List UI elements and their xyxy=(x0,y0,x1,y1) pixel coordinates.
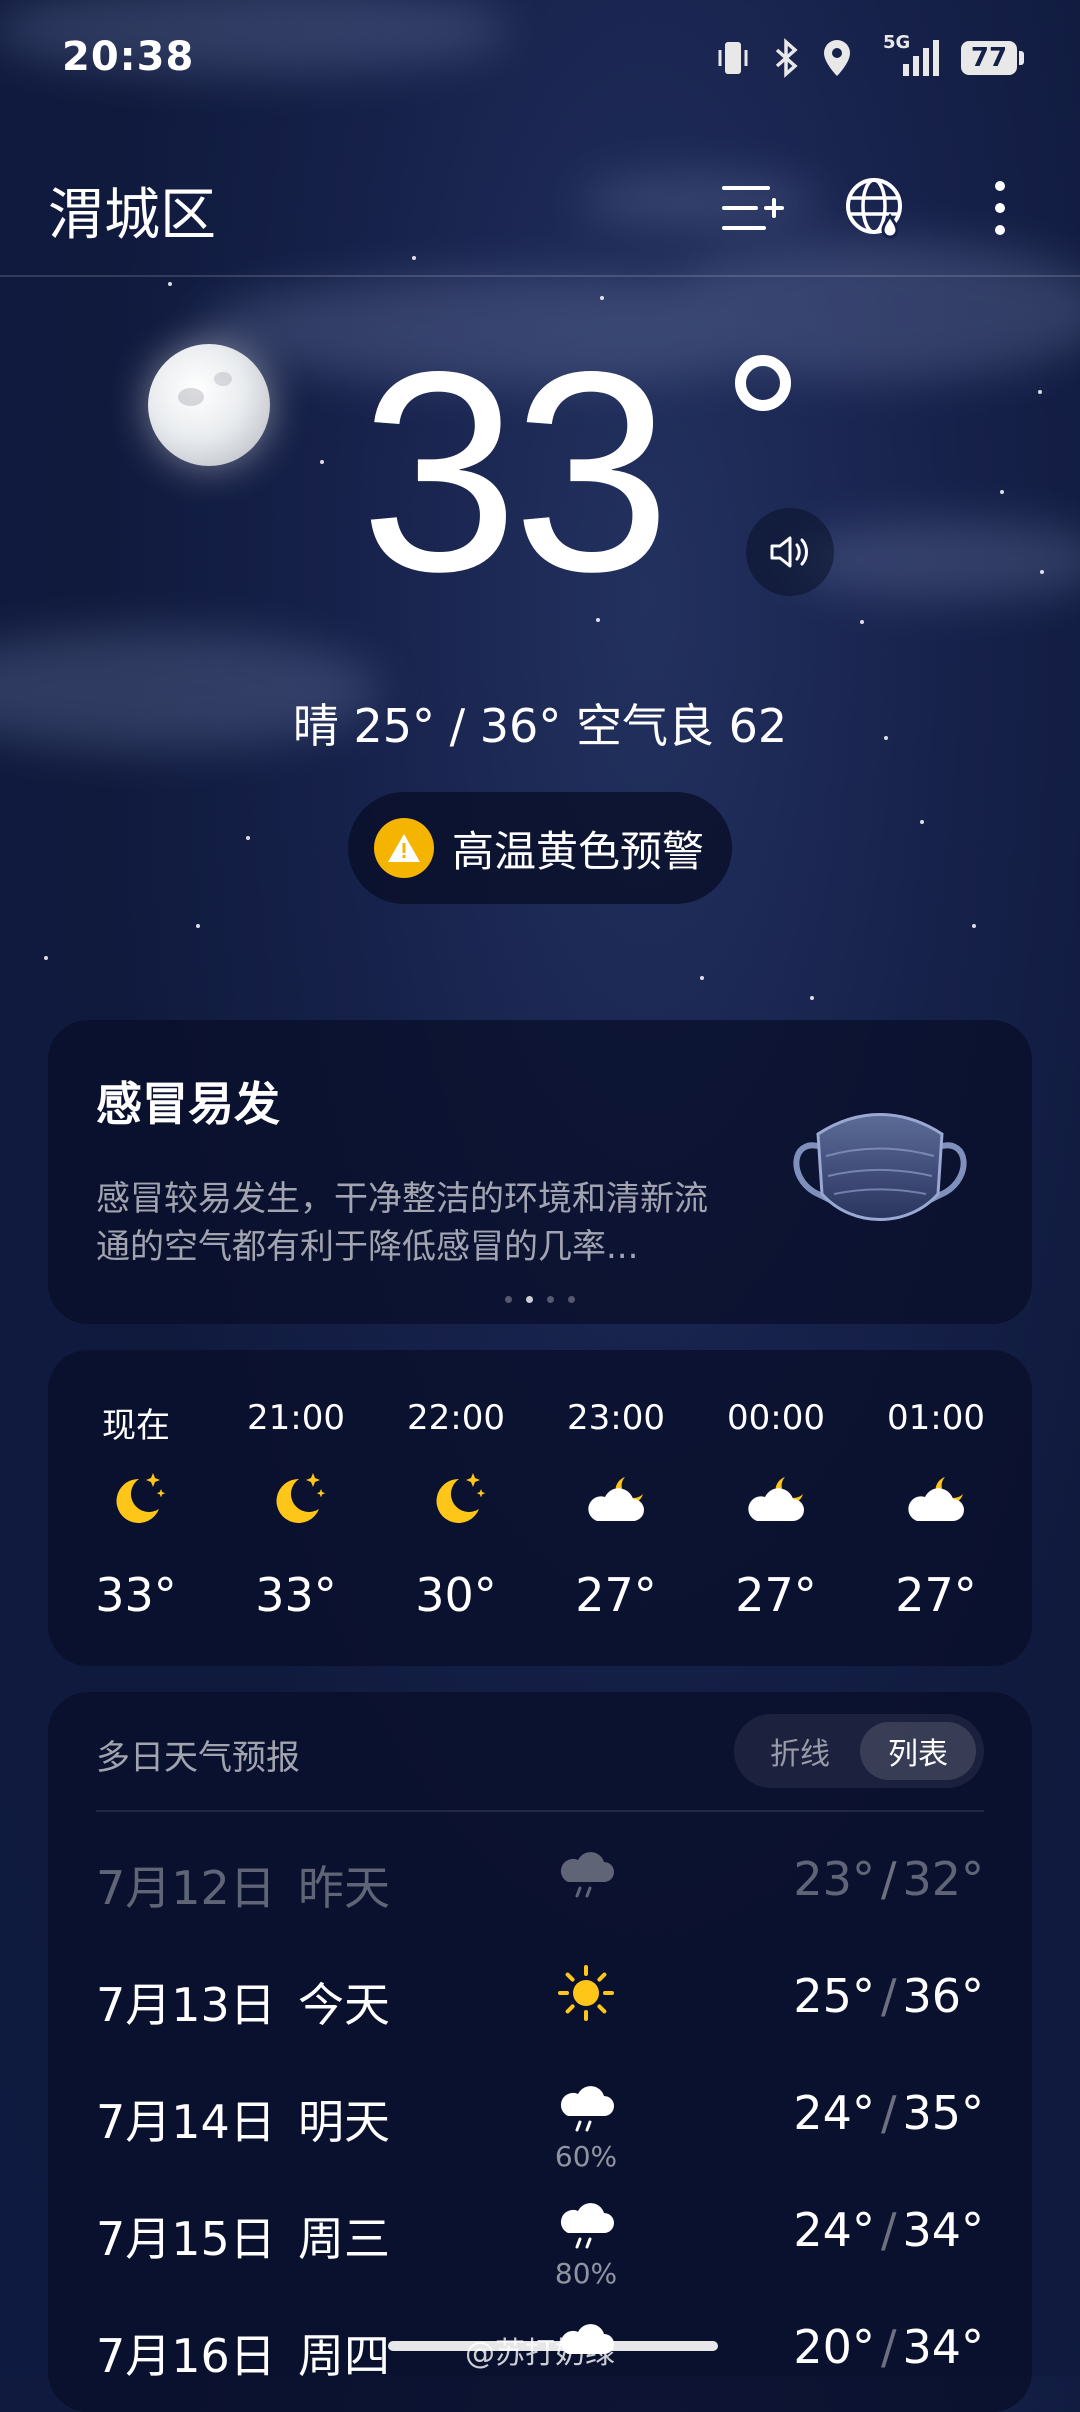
weather-summary[interactable]: 晴 25° / 36° 空气良 62 xyxy=(0,690,1080,756)
life-tip-card[interactable]: 感冒易发 感冒较易发生，干净整洁的环境和清新流通的空气都有利于降低感冒的几率..… xyxy=(48,1020,1032,1324)
current-temperature: 33 xyxy=(360,313,671,631)
moon-image xyxy=(148,344,270,466)
hour-temp: 33° xyxy=(95,1568,177,1622)
daily-row[interactable]: 7月15日 周三 80% 24°/34° xyxy=(48,2173,1032,2290)
tip-description: 感冒较易发生，干净整洁的环境和清新流通的空气都有利于降低感冒的几率... xyxy=(96,1179,708,1267)
hour-label: 00:00 xyxy=(727,1398,825,1438)
bluetooth-icon xyxy=(773,38,799,78)
daily-row[interactable]: 7月12日 昨天 23°/32° xyxy=(48,1822,1032,1939)
hourly-forecast-card[interactable]: 现在 33° 21:00 33° 22:00 30° 23:00 27° 00:00 27° 01:… xyxy=(48,1350,1032,1666)
daily-row[interactable]: 7月13日 今天 25°/36° xyxy=(48,1939,1032,2056)
hour-label: 22:00 xyxy=(407,1398,505,1438)
speaker-button[interactable] xyxy=(746,508,834,596)
status-time: 20:38 xyxy=(62,34,195,80)
cloudy-night-icon xyxy=(741,1465,811,1535)
temp-range: 24°/35° xyxy=(793,2086,984,2140)
rain-icon xyxy=(554,1844,618,1908)
moon-stars-icon xyxy=(101,1465,171,1535)
moon-stars-icon xyxy=(261,1465,331,1535)
cloudy-night-icon xyxy=(901,1465,971,1535)
rain-icon xyxy=(554,2078,618,2142)
battery-icon: 77 xyxy=(961,41,1024,75)
high-temp: 34° xyxy=(902,2203,984,2257)
divider xyxy=(96,1810,984,1812)
high-temp: 35° xyxy=(902,2086,984,2140)
location-icon xyxy=(821,38,853,78)
temp-range: 23°/32° xyxy=(793,1852,984,1906)
day-label: 今天 xyxy=(298,1978,390,2032)
day-date: 7月12日 xyxy=(96,1861,276,1915)
degree-symbol xyxy=(735,355,791,411)
day-label: 明天 xyxy=(298,2095,390,2149)
cloudy-night-icon xyxy=(581,1465,651,1535)
daily-forecast-title: 多日天气预报 xyxy=(96,1738,300,1778)
high-temp: 32° xyxy=(902,1852,984,1906)
temp-separator: / xyxy=(880,2203,897,2257)
vibrate-icon xyxy=(715,38,751,78)
temp-separator: / xyxy=(880,1852,897,1906)
weather-alert-button[interactable]: 高温黄色预警 xyxy=(348,792,732,904)
tip-title: 感冒易发 xyxy=(96,1077,280,1131)
hour-label: 现在 xyxy=(102,1406,170,1446)
day-date: 7月15日 xyxy=(96,2212,276,2266)
city-name[interactable]: 渭城区 xyxy=(48,170,216,251)
globe-weather-icon[interactable] xyxy=(836,168,916,248)
temp-range: 24°/34° xyxy=(793,2203,984,2257)
hour-label: 21:00 xyxy=(247,1398,345,1438)
day-date: 7月13日 xyxy=(96,1978,276,2032)
hour-temp: 30° xyxy=(415,1568,497,1622)
hour-temp: 27° xyxy=(735,1568,817,1622)
status-bar: 20:38 5G 77 xyxy=(0,0,1080,115)
app-header: 渭城区 xyxy=(0,150,1080,277)
view-toggle[interactable]: 折线 列表 xyxy=(734,1714,984,1788)
day-date: 7月14日 xyxy=(96,2095,276,2149)
daily-forecast-card: 多日天气预报 折线 列表 7月12日 昨天 23°/32° 7月13日 今天 25°/36… xyxy=(48,1692,1032,2412)
speaker-icon xyxy=(770,536,808,568)
sun-icon xyxy=(554,1961,618,2025)
temp-range: 25°/36° xyxy=(793,1969,984,2023)
toggle-line-option[interactable]: 折线 xyxy=(742,1722,858,1780)
face-mask-icon xyxy=(788,1106,972,1234)
hour-temp: 33° xyxy=(255,1568,337,1622)
low-temp: 24° xyxy=(793,2203,875,2257)
hour-label: 23:00 xyxy=(567,1398,665,1438)
daily-row[interactable]: 7月14日 明天 60% 24°/35° xyxy=(48,2056,1032,2173)
temp-separator: / xyxy=(880,2086,897,2140)
hour-temp: 27° xyxy=(575,1568,657,1622)
hour-label: 01:00 xyxy=(887,1398,985,1438)
low-temp: 25° xyxy=(793,1969,875,2023)
moon-stars-icon xyxy=(421,1465,491,1535)
temp-separator: / xyxy=(880,1969,897,2023)
home-indicator[interactable] xyxy=(388,2341,718,2351)
precip-chance: 60% xyxy=(554,2140,618,2173)
precip-chance: 80% xyxy=(554,2257,618,2290)
day-label: 昨天 xyxy=(298,1861,390,1915)
day-label: 周三 xyxy=(298,2212,390,2266)
hour-temp: 27° xyxy=(895,1568,977,1622)
more-vert-icon[interactable] xyxy=(960,168,1040,248)
rain-icon xyxy=(554,2195,618,2259)
warning-icon xyxy=(374,818,434,878)
high-temp: 36° xyxy=(902,1969,984,2023)
low-temp: 23° xyxy=(793,1852,875,1906)
tip-pagination xyxy=(48,1296,1032,1303)
signal-5g-icon: 5G xyxy=(875,32,939,78)
low-temp: 24° xyxy=(793,2086,875,2140)
alert-label: 高温黄色预警 xyxy=(452,826,705,876)
toggle-list-option[interactable]: 列表 xyxy=(860,1722,976,1780)
add-city-icon[interactable] xyxy=(712,168,792,248)
